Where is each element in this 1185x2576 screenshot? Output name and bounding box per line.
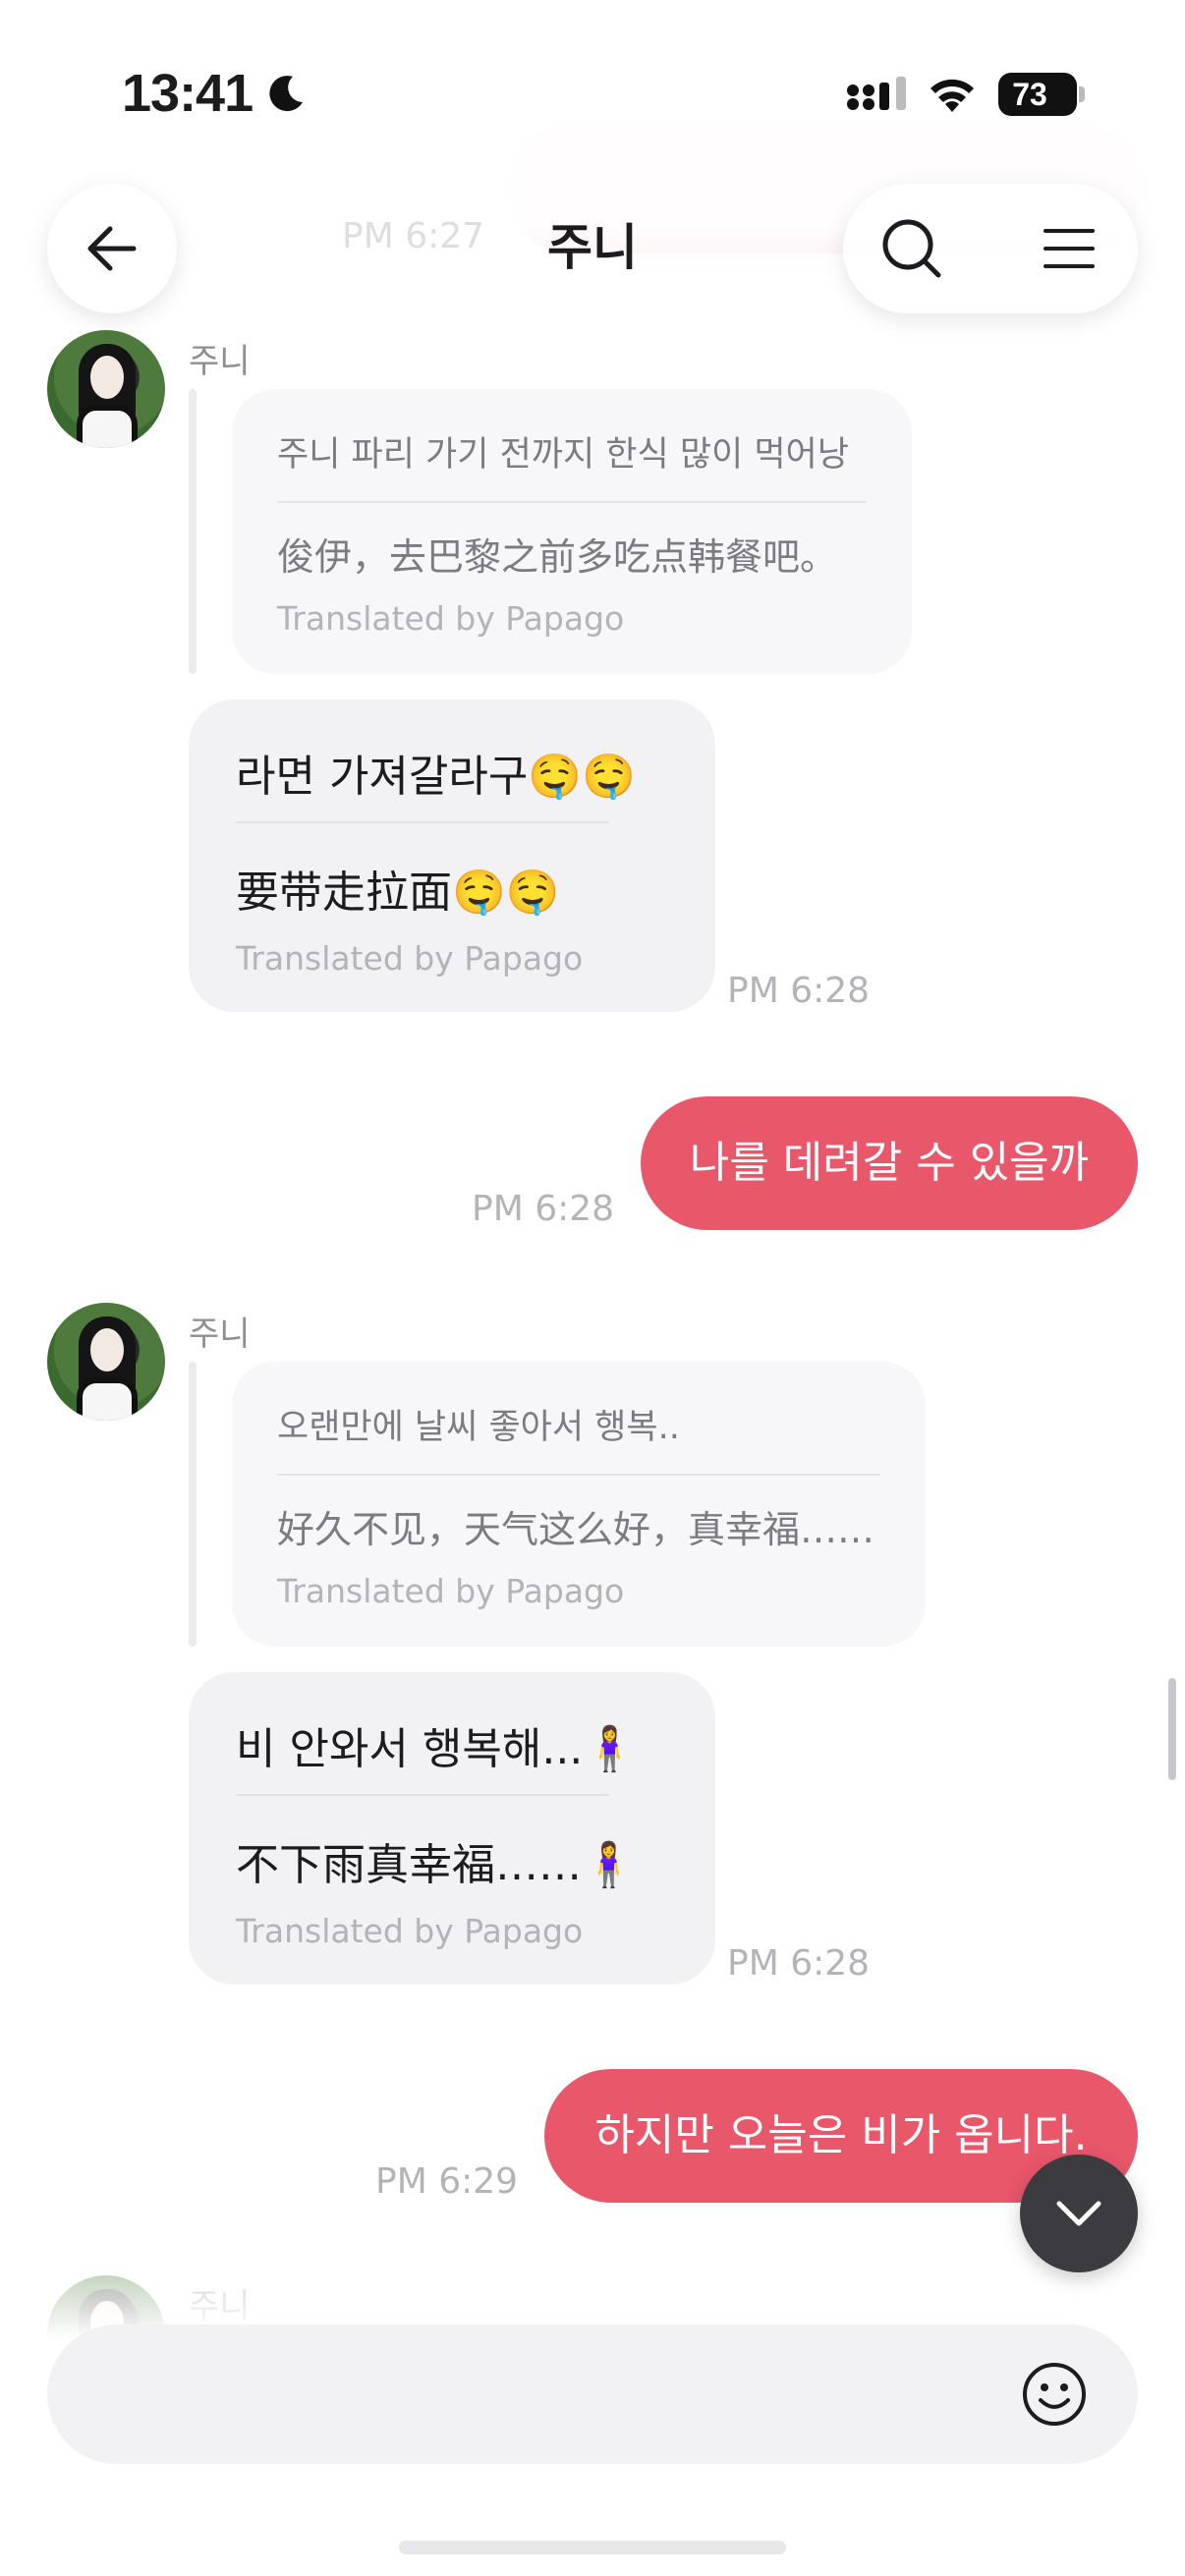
message-timestamp: PM 6:29 — [375, 2161, 519, 2202]
smiley-face-icon — [1023, 2363, 1086, 2426]
quote-bar — [189, 389, 197, 674]
message-timestamp: PM 6:28 — [727, 1943, 871, 1984]
message-translation-text: 不下雨真幸福……🧍‍♀️ — [236, 1840, 636, 1890]
header-actions — [843, 184, 1138, 313]
avatar-face — [90, 356, 124, 399]
battery-tip — [1079, 86, 1085, 102]
quoted-message[interactable]: 오랜만에 날씨 좋아서 행복.. 好久不见，天气这么好，真幸福…… Transl… — [232, 1362, 926, 1647]
scroll-to-bottom-button[interactable] — [1020, 2155, 1138, 2272]
translation-credit: Translated by Papago — [277, 599, 625, 638]
message-original-text: 비 안와서 행복해...🧍‍♀️ — [236, 1724, 638, 1774]
scrollbar[interactable] — [1168, 1678, 1176, 1780]
battery-level: 73 — [1012, 77, 1047, 112]
quoted-message[interactable]: 주니 파리 가기 전까지 한식 많이 먹어낭 俊伊，去巴黎之前多吃点韩餐吧。 T… — [232, 389, 912, 674]
message-timestamp: PM 6:28 — [727, 971, 871, 1011]
message-translation-text: 要带走拉面🤤🤤 — [236, 868, 560, 918]
quoted-original-text: 오랜만에 날씨 좋아서 행복.. — [277, 1408, 680, 1447]
quoted-original-text: 주니 파리 가기 전까지 한식 많이 먹어낭 — [277, 435, 849, 475]
incoming-message-bubble[interactable]: 라면 가져갈라구🤤🤤 要带走拉面🤤🤤 Translated by Papago — [189, 700, 715, 1012]
wifi-icon — [931, 79, 974, 112]
message-timestamp: PM 6:28 — [472, 1189, 615, 1229]
status-time: 13:41 — [122, 64, 254, 123]
chevron-down-icon — [1056, 2201, 1101, 2226]
sender-name: 주니 — [189, 1315, 251, 1354]
avatar-face — [90, 1328, 124, 1372]
message-composer — [47, 2324, 1138, 2464]
search-button[interactable] — [873, 209, 951, 288]
search-icon — [882, 219, 941, 278]
avatar[interactable] — [47, 330, 165, 448]
outgoing-message-bubble[interactable]: 나를 데려갈 수 있을까 — [641, 1096, 1138, 1230]
avatar[interactable] — [47, 1303, 165, 1421]
translation-credit: Translated by Papago — [277, 1572, 625, 1610]
incoming-message-bubble[interactable]: 비 안와서 행복해...🧍‍♀️ 不下雨真幸福……🧍‍♀️ Translated… — [189, 1672, 715, 1985]
quoted-translation-text: 俊伊，去巴黎之前多吃点韩餐吧。 — [277, 535, 838, 579]
home-indicator — [399, 2541, 786, 2554]
hamburger-menu-icon — [1044, 229, 1095, 268]
cellular-signal-icon — [847, 77, 906, 110]
translation-credit: Translated by Papago — [236, 1912, 584, 1950]
translation-credit: Translated by Papago — [236, 939, 584, 978]
divider — [236, 1794, 609, 1796]
moon-icon — [269, 76, 303, 112]
avatar-shirt — [77, 1377, 138, 1421]
divider — [277, 501, 867, 503]
sender-name: 주니 — [189, 342, 251, 381]
status-bar: 13:41 73 — [0, 0, 1185, 187]
menu-button[interactable] — [1030, 209, 1108, 288]
emoji-button[interactable] — [1020, 2360, 1089, 2429]
divider — [277, 1474, 880, 1476]
message-input[interactable] — [96, 2368, 981, 2421]
avatar-shirt — [77, 405, 138, 448]
quote-bar — [189, 1362, 197, 1647]
message-original-text: 라면 가져갈라구🤤🤤 — [236, 752, 636, 802]
divider — [236, 821, 609, 823]
quoted-translation-text: 好久不见，天气这么好，真幸福…… — [277, 1508, 875, 1551]
